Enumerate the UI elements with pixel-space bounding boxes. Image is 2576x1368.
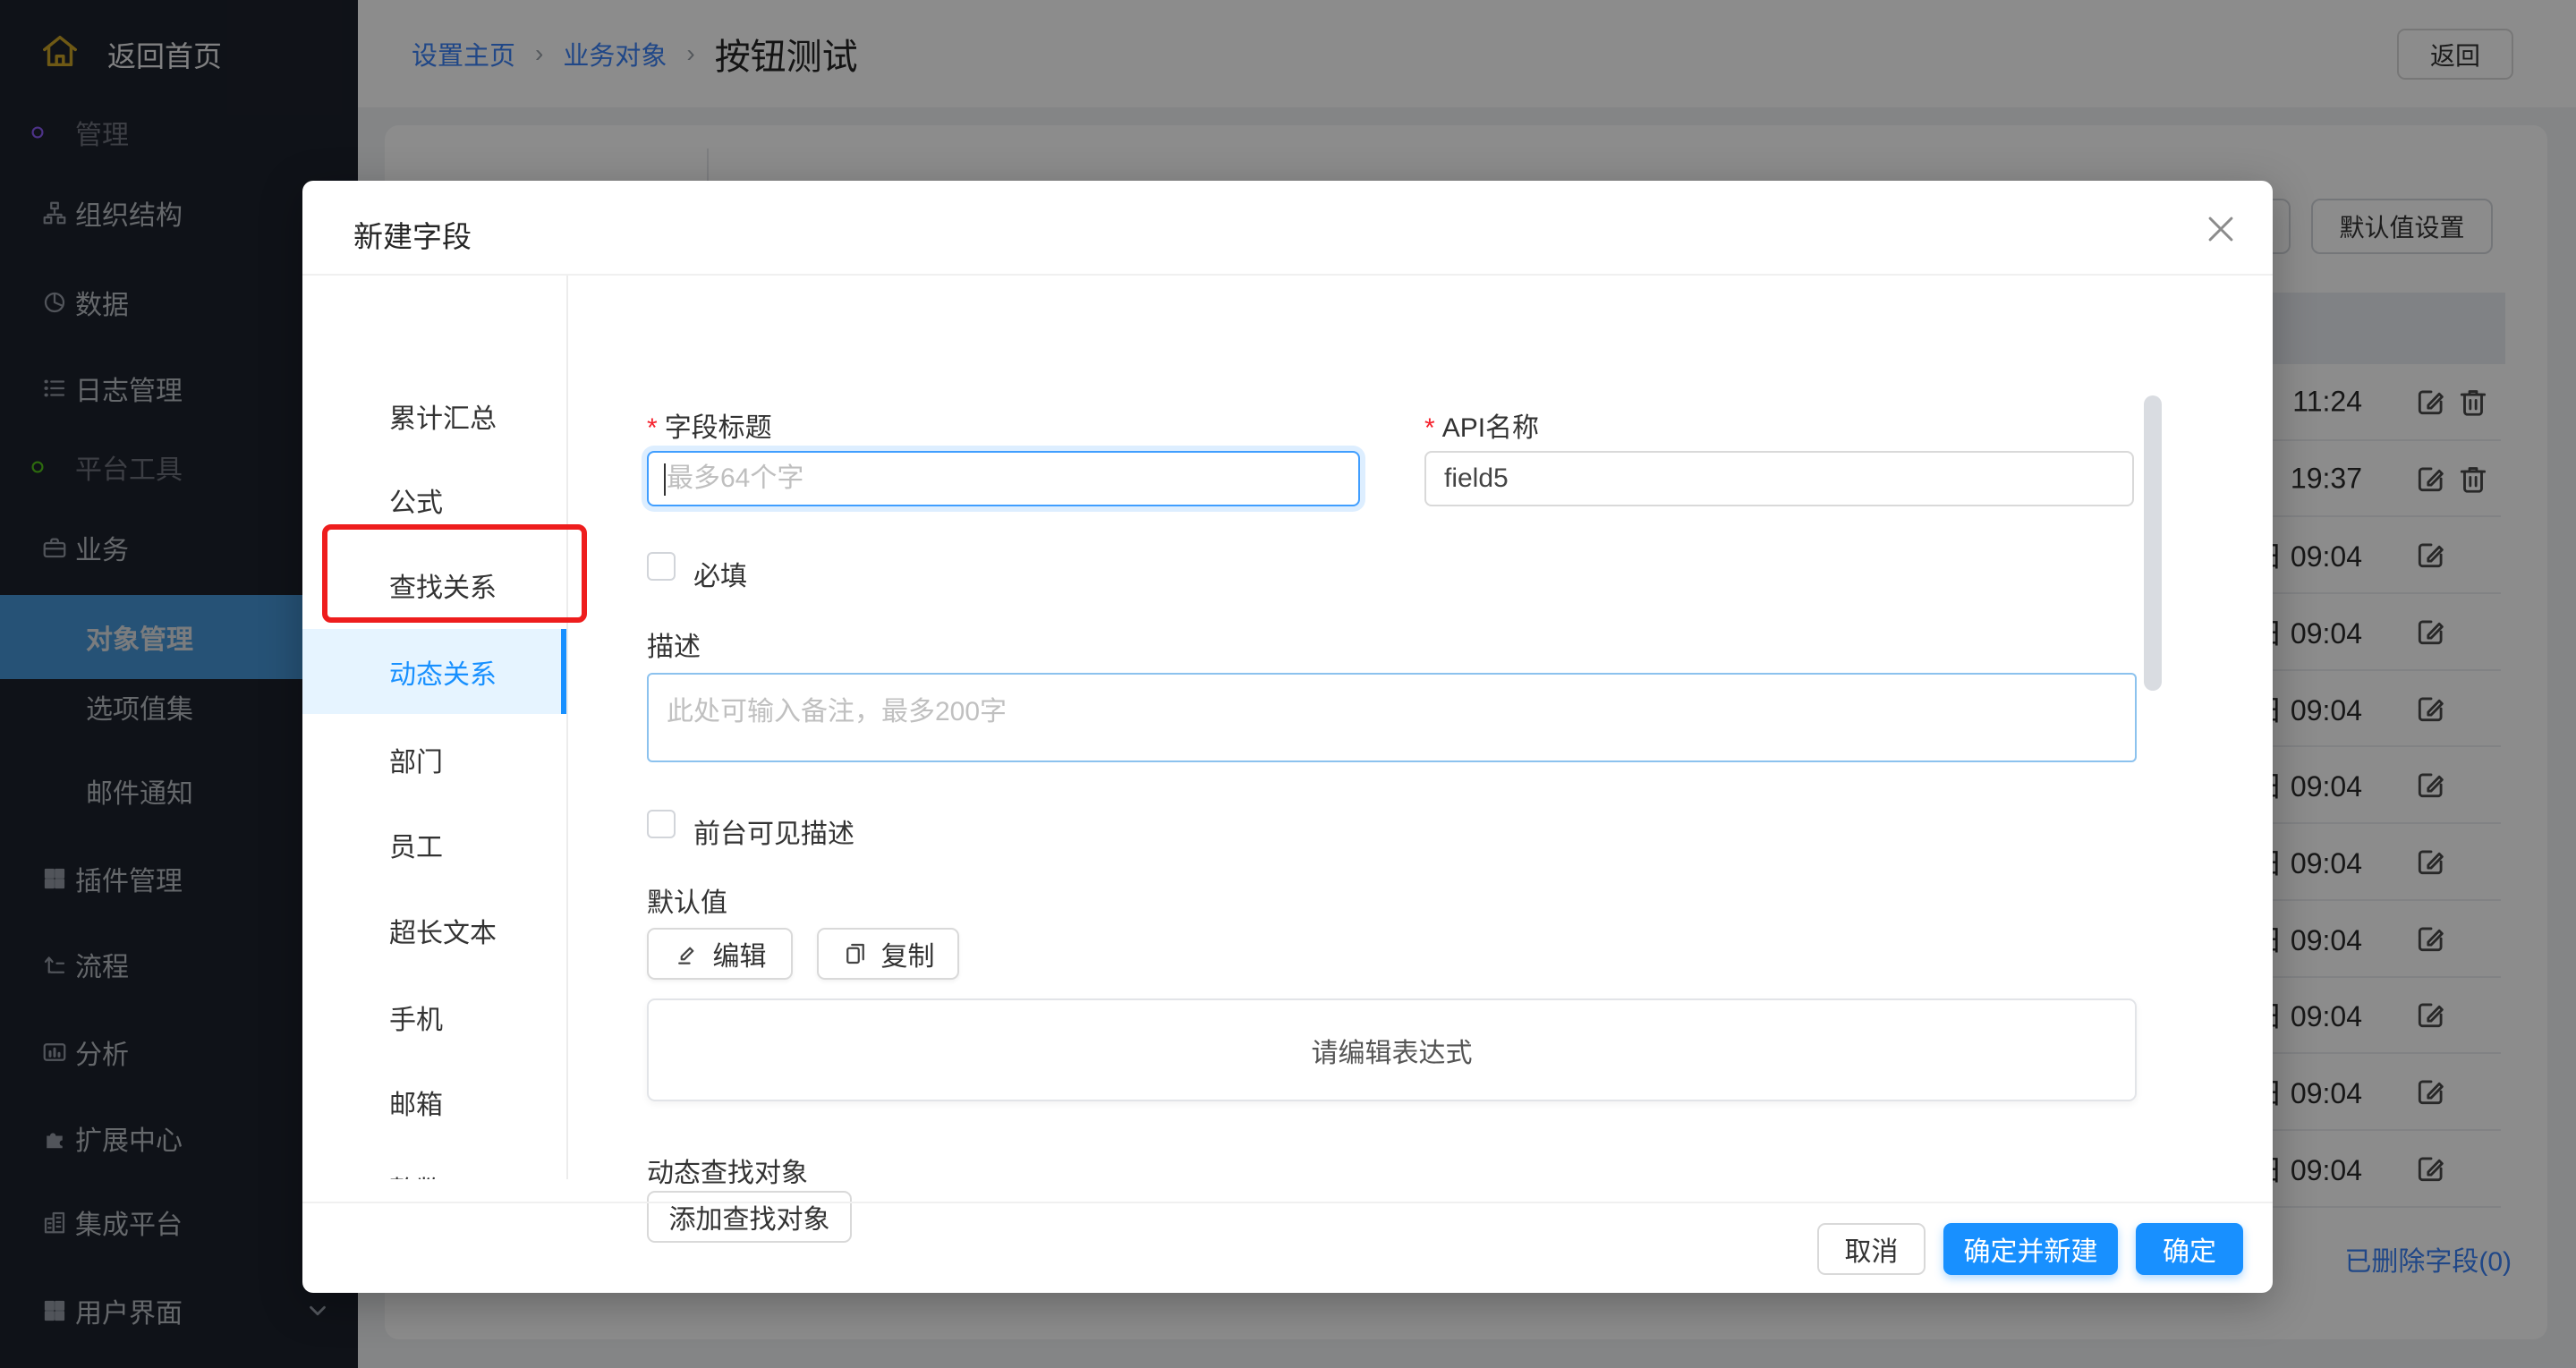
- tab-label: 邮箱: [389, 1083, 443, 1122]
- default-value-label: 默认值: [647, 880, 727, 920]
- field-type-tab[interactable]: 部门: [302, 717, 568, 802]
- tab-label: 公式: [389, 480, 443, 520]
- dynamic-lookup-label: 动态查找对象: [647, 1151, 808, 1190]
- field-title-input[interactable]: [647, 451, 1360, 506]
- copy-default-button[interactable]: 复制: [817, 928, 959, 980]
- modal-body: 累计汇总公式查找关系动态关系部门员工超长文本手机邮箱整数多选 *字段标题 *AP…: [302, 276, 2273, 1202]
- description-label: 描述: [647, 625, 701, 664]
- close-icon[interactable]: [2201, 209, 2240, 249]
- text-caret: [664, 463, 666, 496]
- field-type-tab[interactable]: 公式: [302, 457, 568, 542]
- frontend-visible-checkbox-label: 前台可见描述: [693, 811, 854, 851]
- copy-icon: [842, 940, 869, 967]
- description-textarea[interactable]: [647, 673, 2137, 762]
- field-type-tab[interactable]: 累计汇总: [302, 373, 568, 458]
- required-asterisk: *: [647, 413, 658, 443]
- api-name-input[interactable]: [1424, 451, 2134, 506]
- modal-header: 新建字段: [302, 181, 2273, 276]
- required-checkbox[interactable]: [647, 552, 676, 581]
- field-type-tab[interactable]: 超长文本: [302, 888, 568, 973]
- confirm-and-new-button[interactable]: 确定并新建: [1943, 1223, 2118, 1275]
- field-title-label: *字段标题: [647, 405, 772, 445]
- tab-label: 动态关系: [389, 652, 497, 692]
- field-type-tab[interactable]: 动态关系: [302, 629, 568, 714]
- expression-box[interactable]: 请编辑表达式: [647, 998, 2137, 1101]
- modal-title: 新建字段: [353, 213, 472, 256]
- tab-label: 累计汇总: [389, 396, 497, 436]
- expression-placeholder: 请编辑表达式: [1312, 1031, 1473, 1070]
- field-type-tabs: 累计汇总公式查找关系动态关系部门员工超长文本手机邮箱整数多选: [302, 276, 568, 1179]
- modal-footer: 取消 确定并新建 确定: [302, 1202, 2273, 1293]
- api-name-label: *API名称: [1424, 405, 1539, 445]
- tab-label: 超长文本: [389, 911, 497, 950]
- tab-label: 部门: [389, 740, 443, 779]
- tab-label: 查找关系: [389, 565, 497, 605]
- new-field-modal: 新建字段 累计汇总公式查找关系动态关系部门员工超长文本手机邮箱整数多选 *字段标…: [302, 181, 2273, 1293]
- field-type-tab[interactable]: 员工: [302, 802, 568, 887]
- field-type-tab[interactable]: 手机: [302, 974, 568, 1059]
- confirm-button[interactable]: 确定: [2136, 1223, 2243, 1275]
- field-type-tab[interactable]: 整数: [302, 1145, 568, 1179]
- frontend-visible-checkbox[interactable]: [647, 810, 676, 838]
- edit-default-button[interactable]: 编辑: [647, 928, 793, 980]
- tab-label: 手机: [389, 998, 443, 1037]
- field-type-tab[interactable]: 查找关系: [302, 542, 568, 627]
- modal-scrollbar[interactable]: [2144, 395, 2162, 691]
- tab-label: 员工: [389, 825, 443, 864]
- app-root: 返回首页 管理组织结构数据日志管理平台工具业务对象管理选项值集邮件通知插件管理流…: [0, 0, 2576, 1368]
- cancel-button[interactable]: 取消: [1817, 1223, 1926, 1275]
- active-tab-indicator: [561, 629, 568, 714]
- pencil-icon: [674, 940, 701, 967]
- field-type-tab[interactable]: 邮箱: [302, 1059, 568, 1144]
- tab-label: 整数: [389, 1168, 443, 1180]
- required-checkbox-label: 必填: [693, 554, 747, 593]
- required-asterisk: *: [1424, 413, 1435, 443]
